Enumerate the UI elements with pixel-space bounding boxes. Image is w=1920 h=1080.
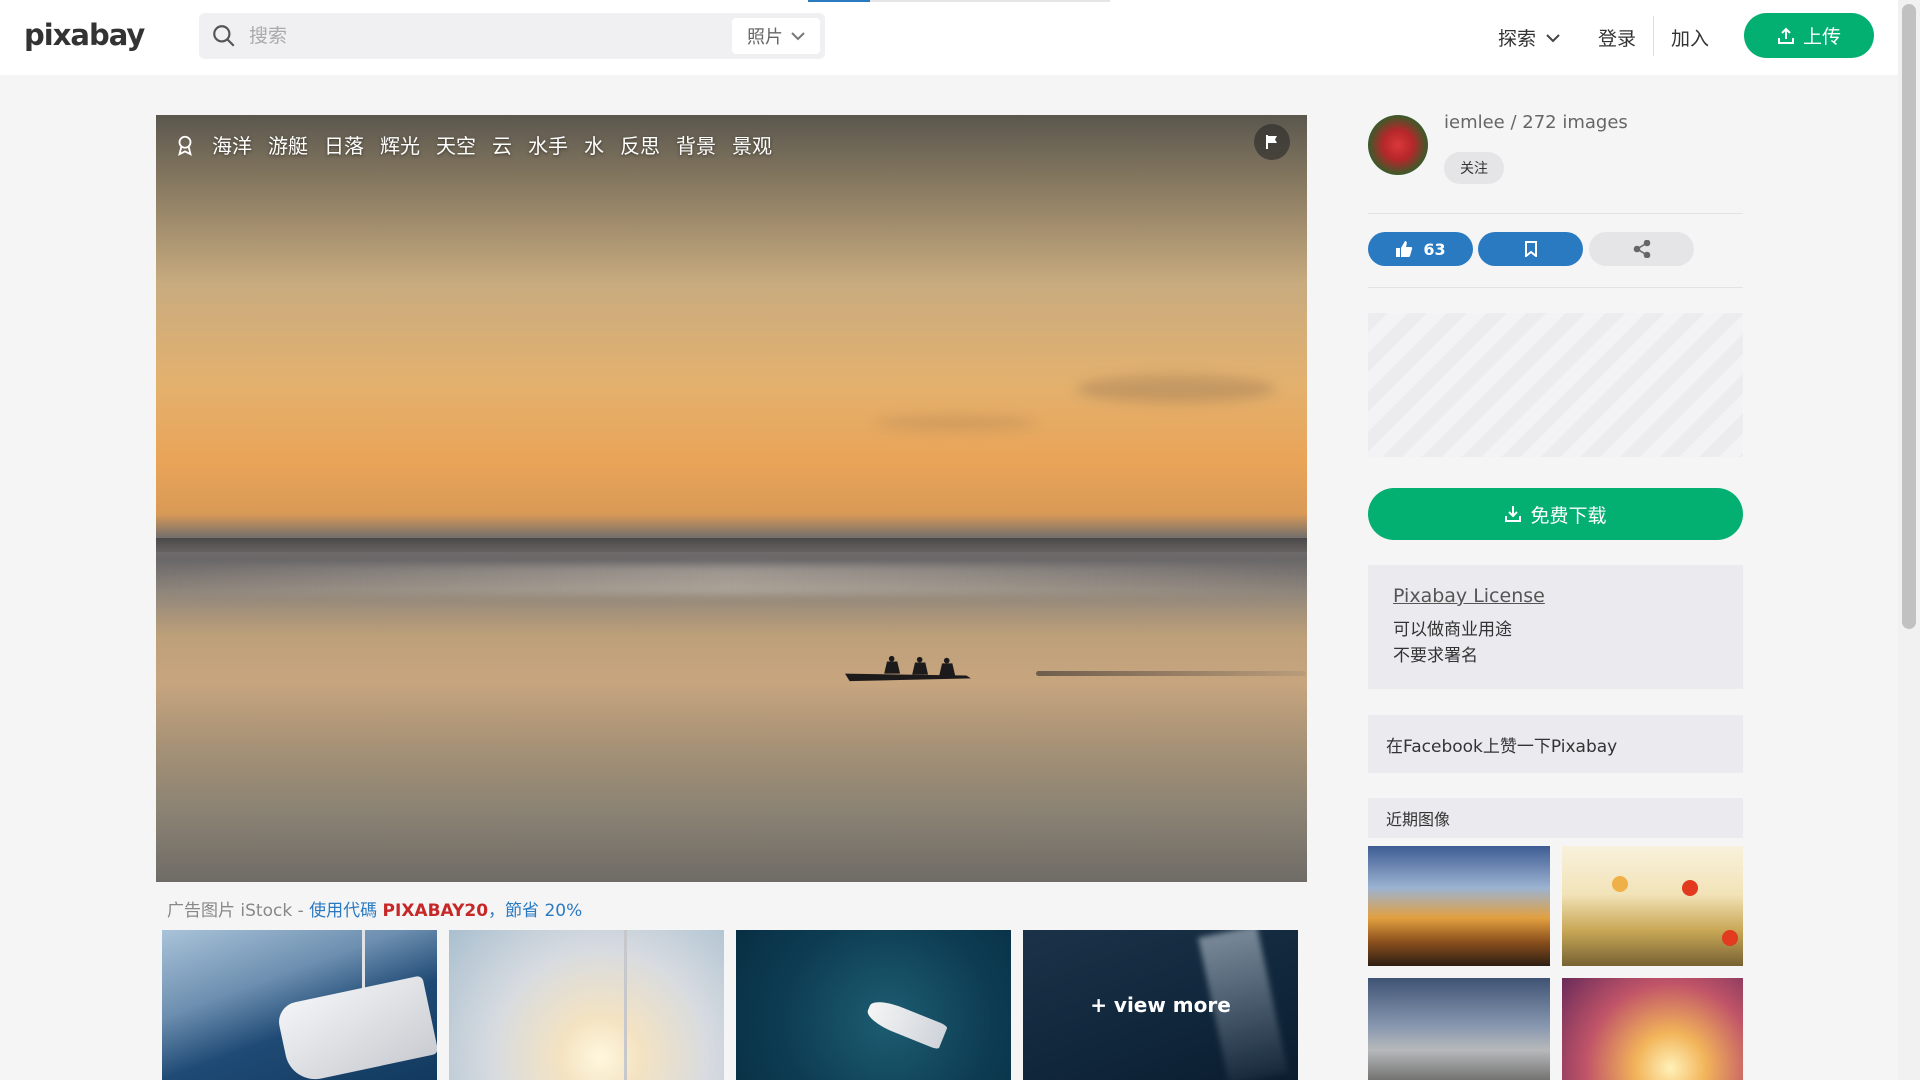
tag-link[interactable]: 天空: [436, 130, 476, 159]
recent-image[interactable]: [1562, 978, 1743, 1080]
sponsored-thumb[interactable]: [736, 930, 1011, 1080]
tag-link[interactable]: 云: [492, 130, 512, 159]
photo-tags: 海洋 游艇 日落 辉光 天空 云 水手 水 反思 背景 景观: [174, 130, 772, 159]
tag-link[interactable]: 游艇: [268, 130, 308, 159]
follow-button[interactable]: 关注: [1444, 152, 1504, 184]
scrollbar-thumb[interactable]: [1902, 4, 1916, 629]
join-link[interactable]: 加入: [1671, 24, 1709, 51]
thumb-detail: [275, 975, 437, 1080]
photo-sky: [156, 115, 1307, 882]
recent-images-header: 近期图像: [1368, 798, 1743, 838]
divider: [1368, 213, 1743, 214]
thumb-detail: [1682, 880, 1698, 896]
tag-link[interactable]: 景观: [732, 130, 772, 159]
sponsored-thumb[interactable]: [162, 930, 437, 1080]
ad-use-code[interactable]: 使用代碼: [309, 901, 382, 921]
progress-indicator: [808, 0, 870, 2]
flag-icon: [1266, 135, 1277, 149]
sponsored-thumb[interactable]: [449, 930, 724, 1080]
login-link[interactable]: 登录: [1598, 24, 1636, 51]
tag-link[interactable]: 水手: [528, 130, 568, 159]
media-type-label: 照片: [747, 27, 783, 48]
thumbs-up-icon: [1396, 241, 1413, 257]
recent-image[interactable]: [1368, 978, 1550, 1080]
avatar[interactable]: [1368, 115, 1428, 175]
ad-caption: 广告图片 iStock - 使用代碼 PIXABAY20，節省 20%: [167, 896, 582, 921]
thumb-detail: [1612, 876, 1628, 892]
like-button[interactable]: 63: [1368, 232, 1473, 266]
upload-button[interactable]: 上传: [1744, 13, 1874, 58]
photo-water-shimmer: [156, 565, 1307, 595]
recent-images-title: 近期图像: [1386, 810, 1451, 829]
bookmark-button[interactable]: [1478, 232, 1583, 266]
photo-cloud: [1076, 375, 1276, 403]
divider: [1368, 287, 1743, 288]
download-icon: [1505, 506, 1522, 522]
user-info[interactable]: iemlee / 272 images: [1444, 112, 1628, 133]
download-label: 免费下载: [1530, 504, 1607, 527]
tag-link[interactable]: 辉光: [380, 130, 420, 159]
explore-label: 探索: [1498, 28, 1537, 50]
nav-divider: [1653, 16, 1654, 56]
tag-link[interactable]: 海洋: [212, 130, 252, 159]
view-more-label: + view more: [1090, 993, 1231, 1017]
rowing-boat-silhouette: [845, 655, 971, 682]
ad-code[interactable]: PIXABAY20: [383, 901, 489, 921]
top-navbar: pixabay 照片 探索 登录 加入 上传: [0, 0, 1898, 75]
tag-link[interactable]: 反思: [620, 130, 660, 159]
facebook-label: 在Facebook上赞一下Pixabay: [1386, 736, 1618, 757]
sponsored-images: + view more: [162, 930, 1298, 1080]
page-scrollbar[interactable]: [1898, 0, 1920, 1080]
photo-cloud: [876, 415, 1036, 431]
main-photo[interactable]: 海洋 游艇 日落 辉光 天空 云 水手 水 反思 背景 景观: [156, 115, 1307, 882]
share-button[interactable]: [1589, 232, 1694, 266]
upload-icon: [1777, 27, 1794, 44]
ad-prefix: 广告图片 iStock -: [167, 901, 310, 921]
search-icon[interactable]: [211, 23, 237, 49]
pixabay-logo[interactable]: pixabay: [24, 18, 145, 52]
thumb-detail: [624, 930, 627, 1080]
chevron-down-icon: [791, 32, 805, 41]
explore-menu[interactable]: 探索: [1498, 24, 1560, 51]
ad-save[interactable]: ，節省 20%: [488, 901, 582, 921]
photo-boat-wake: [1036, 671, 1306, 676]
license-link[interactable]: Pixabay License: [1393, 585, 1718, 607]
report-button[interactable]: [1254, 124, 1290, 160]
photo-horizon: [156, 538, 1307, 552]
share-icon: [1633, 240, 1650, 258]
tag-link[interactable]: 背景: [676, 130, 716, 159]
license-line: 不要求署名: [1393, 646, 1478, 666]
thumb-detail: [1722, 930, 1738, 946]
chevron-down-icon: [1546, 33, 1560, 42]
recent-images-grid: [1368, 846, 1743, 1080]
download-button[interactable]: 免费下载: [1368, 488, 1743, 540]
tag-link[interactable]: 日落: [324, 130, 364, 159]
ad-placeholder: [1368, 313, 1743, 457]
view-more-thumb[interactable]: + view more: [1023, 930, 1298, 1080]
recent-image[interactable]: [1562, 846, 1743, 966]
facebook-like-box[interactable]: 在Facebook上赞一下Pixabay: [1368, 715, 1743, 773]
media-type-select[interactable]: 照片: [732, 18, 820, 54]
recent-image[interactable]: [1368, 846, 1550, 966]
thumb-detail: [864, 995, 948, 1051]
like-count: 63: [1423, 239, 1446, 259]
search-input[interactable]: [249, 13, 719, 59]
search-bar[interactable]: 照片: [199, 13, 825, 59]
tag-link[interactable]: 水: [584, 130, 604, 159]
award-icon: [178, 135, 192, 156]
license-box: Pixabay License 可以做商业用途 不要求署名: [1368, 565, 1743, 689]
upload-label: 上传: [1802, 26, 1841, 48]
bookmark-icon: [1524, 241, 1537, 257]
license-line: 可以做商业用途: [1393, 620, 1512, 640]
